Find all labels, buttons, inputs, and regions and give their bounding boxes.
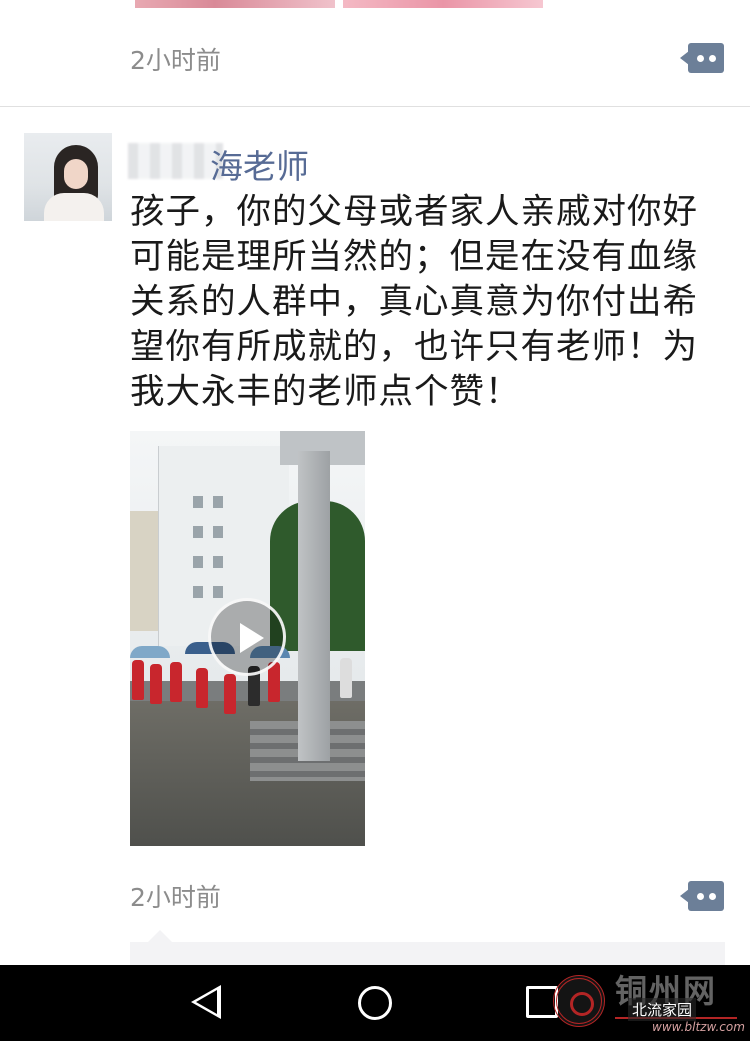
- previous-post-images[interactable]: [135, 0, 545, 8]
- username[interactable]: 海老师: [210, 140, 309, 188]
- previous-post-time: 2小时前: [130, 46, 221, 75]
- play-button[interactable]: [208, 598, 286, 676]
- post-divider: [0, 106, 750, 107]
- post-text: 孩子，你的父母或者家人亲戚对你好可能是理所当然的；但是在没有血缘关系的人群中，真…: [130, 192, 698, 412]
- previous-post-image-1[interactable]: [135, 0, 335, 8]
- watermark-tag: 北流家园: [628, 998, 697, 1021]
- more-dots-icon: [688, 881, 724, 911]
- watermark-url: www.bltzw.com: [652, 1020, 745, 1034]
- watermark-logo-icon: [553, 975, 605, 1027]
- post-comment-button[interactable]: [680, 881, 724, 911]
- video-thumbnail[interactable]: [130, 431, 365, 846]
- play-icon: [240, 623, 264, 653]
- previous-post-image-2[interactable]: [343, 0, 543, 8]
- home-circle-icon[interactable]: [358, 986, 392, 1020]
- back-triangle-icon[interactable]: [191, 985, 221, 1019]
- more-dots-icon: [688, 43, 724, 73]
- post-time: 2小时前: [130, 883, 221, 912]
- previous-post-comment-button[interactable]: [680, 43, 724, 73]
- username-redacted-blur: [128, 143, 223, 179]
- avatar[interactable]: [24, 133, 112, 221]
